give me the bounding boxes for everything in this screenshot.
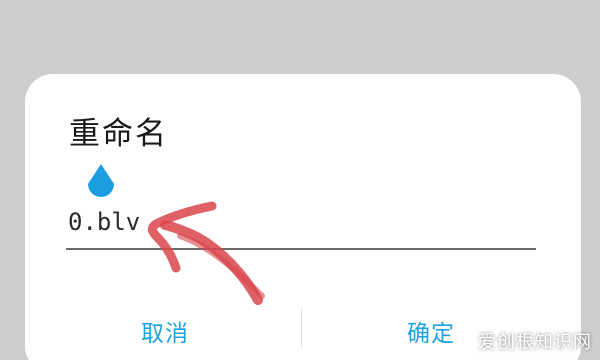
- rename-dialog: 重命名 0.blv 取消 确定: [25, 74, 581, 360]
- filename-input-value: 0.blv: [68, 208, 141, 236]
- button-divider: [301, 308, 302, 348]
- dialog-title: 重命名: [69, 116, 168, 152]
- screen: 重命名 0.blv 取消 确定 爱创根知识网: [0, 0, 600, 360]
- text-cursor-handle-icon[interactable]: [83, 162, 119, 206]
- cancel-button[interactable]: 取消: [65, 306, 265, 360]
- watermark: 爱创根知识网: [478, 332, 592, 353]
- filename-input[interactable]: 0.blv: [66, 204, 536, 250]
